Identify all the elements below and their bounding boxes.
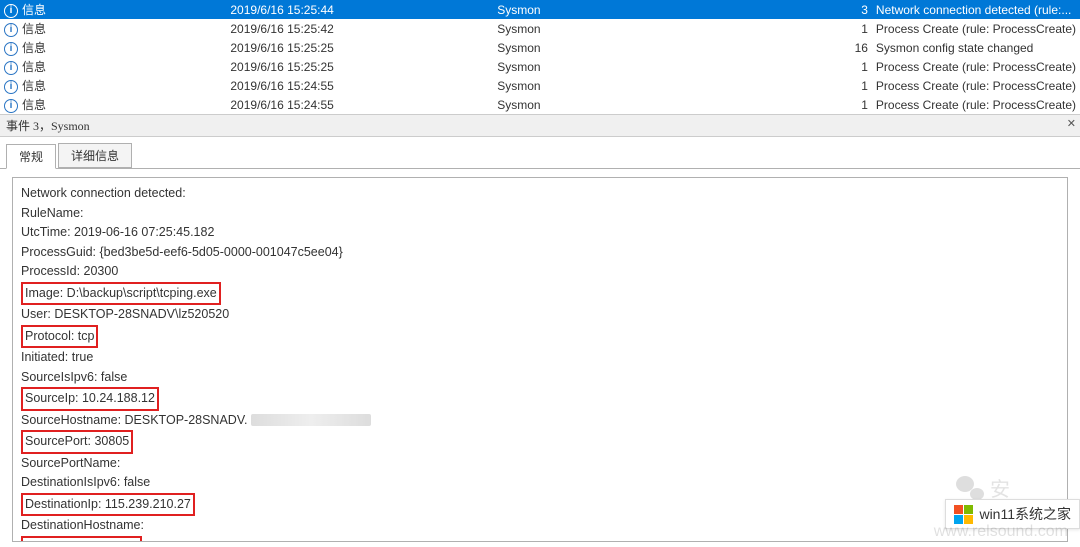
table-row[interactable]: i信息2019/6/16 15:25:25Sysmon1Process Crea… [0, 57, 1080, 76]
redacted-text [251, 414, 371, 426]
info-icon: i [4, 61, 18, 75]
cell-task: Process Create (rule: ProcessCreate) [872, 95, 1080, 114]
cell-eventid: 1 [832, 95, 872, 114]
table-row[interactable]: i信息2019/6/16 15:24:55Sysmon1Process Crea… [0, 76, 1080, 95]
cell-date: 2019/6/16 15:24:55 [226, 95, 493, 114]
cell-source: Sysmon [493, 76, 832, 95]
cell-level: i信息 [0, 95, 226, 114]
detail-line: User: DESKTOP-28SNADV\lz520520 [21, 305, 1059, 325]
detail-line: RuleName: [21, 204, 1059, 224]
cell-task: Process Create (rule: ProcessCreate) [872, 76, 1080, 95]
tab-general[interactable]: 常规 [6, 144, 56, 169]
cell-level: i信息 [0, 38, 226, 57]
detail-line: SourcePort: 30805 [21, 430, 1059, 454]
cell-level: i信息 [0, 0, 226, 19]
cell-task: Process Create (rule: ProcessCreate) [872, 19, 1080, 38]
highlighted-field: Protocol: tcp [21, 325, 98, 349]
detail-line: SourceIsIpv6: false [21, 368, 1059, 388]
detail-line: SourcePortName: [21, 454, 1059, 474]
tab-details[interactable]: 详细信息 [58, 143, 132, 168]
highlighted-field: SourceIp: 10.24.188.12 [21, 387, 159, 411]
detail-line: DestinationIp: 115.239.210.27 [21, 493, 1059, 517]
detail-tabs: 常规 详细信息 [0, 137, 1080, 169]
cell-source: Sysmon [493, 95, 832, 114]
cell-date: 2019/6/16 15:25:42 [226, 19, 493, 38]
info-icon: i [4, 42, 18, 56]
detail-line: Network connection detected: [21, 184, 1059, 204]
table-row[interactable]: i信息2019/6/16 15:25:42Sysmon1Process Crea… [0, 19, 1080, 38]
detail-line: SourceHostname: DESKTOP-28SNADV. [21, 411, 1059, 431]
windows-logo-icon [954, 505, 973, 524]
cell-eventid: 1 [832, 76, 872, 95]
highlighted-field: DestinationPort: 443 [21, 536, 142, 543]
detail-line: DestinationHostname: [21, 516, 1059, 536]
cell-eventid: 3 [832, 0, 872, 19]
cell-eventid: 1 [832, 19, 872, 38]
cell-source: Sysmon [493, 19, 832, 38]
highlighted-field: SourcePort: 30805 [21, 430, 133, 454]
cell-level: i信息 [0, 19, 226, 38]
cell-source: Sysmon [493, 57, 832, 76]
cell-date: 2019/6/16 15:25:44 [226, 0, 493, 19]
highlighted-field: Image: D:\backup\script\tcping.exe [21, 282, 221, 306]
info-icon: i [4, 23, 18, 37]
detail-line: DestinationIsIpv6: false [21, 473, 1059, 493]
cell-date: 2019/6/16 15:25:25 [226, 38, 493, 57]
cell-source: Sysmon [493, 0, 832, 19]
table-row[interactable]: i信息2019/6/16 15:24:55Sysmon1Process Crea… [0, 95, 1080, 114]
detail-line: ProcessGuid: {bed3be5d-eef6-5d05-0000-00… [21, 243, 1059, 263]
cell-eventid: 1 [832, 57, 872, 76]
detail-pane-title: 事件 3，Sysmon [6, 119, 90, 133]
cell-date: 2019/6/16 15:25:25 [226, 57, 493, 76]
cell-source: Sysmon [493, 38, 832, 57]
table-row[interactable]: i信息2019/6/16 15:25:44Sysmon3Network conn… [0, 0, 1080, 19]
cell-task: Process Create (rule: ProcessCreate) [872, 57, 1080, 76]
event-detail-panel: Network connection detected:RuleName:Utc… [12, 177, 1068, 542]
detail-line: Protocol: tcp [21, 325, 1059, 349]
win11-badge: win11系统之家 [945, 499, 1080, 529]
detail-line: SourceIp: 10.24.188.12 [21, 387, 1059, 411]
detail-line: ProcessId: 20300 [21, 262, 1059, 282]
table-row[interactable]: i信息2019/6/16 15:25:25Sysmon16Sysmon conf… [0, 38, 1080, 57]
detail-line: DestinationPort: 443 [21, 536, 1059, 543]
info-icon: i [4, 80, 18, 94]
detail-pane-header: 事件 3，Sysmon ✕ [0, 114, 1080, 137]
highlighted-field: DestinationIp: 115.239.210.27 [21, 493, 195, 517]
detail-line: Initiated: true [21, 348, 1059, 368]
info-icon: i [4, 99, 18, 113]
cell-task: Sysmon config state changed [872, 38, 1080, 57]
cell-date: 2019/6/16 15:24:55 [226, 76, 493, 95]
detail-line: Image: D:\backup\script\tcping.exe [21, 282, 1059, 306]
info-icon: i [4, 4, 18, 18]
detail-line: UtcTime: 2019-06-16 07:25:45.182 [21, 223, 1059, 243]
close-icon[interactable]: ✕ [1067, 117, 1076, 130]
cell-level: i信息 [0, 57, 226, 76]
cell-eventid: 16 [832, 38, 872, 57]
cell-level: i信息 [0, 76, 226, 95]
event-log-table[interactable]: i信息2019/6/16 15:25:44Sysmon3Network conn… [0, 0, 1080, 114]
cell-task: Network connection detected (rule:... [872, 0, 1080, 19]
